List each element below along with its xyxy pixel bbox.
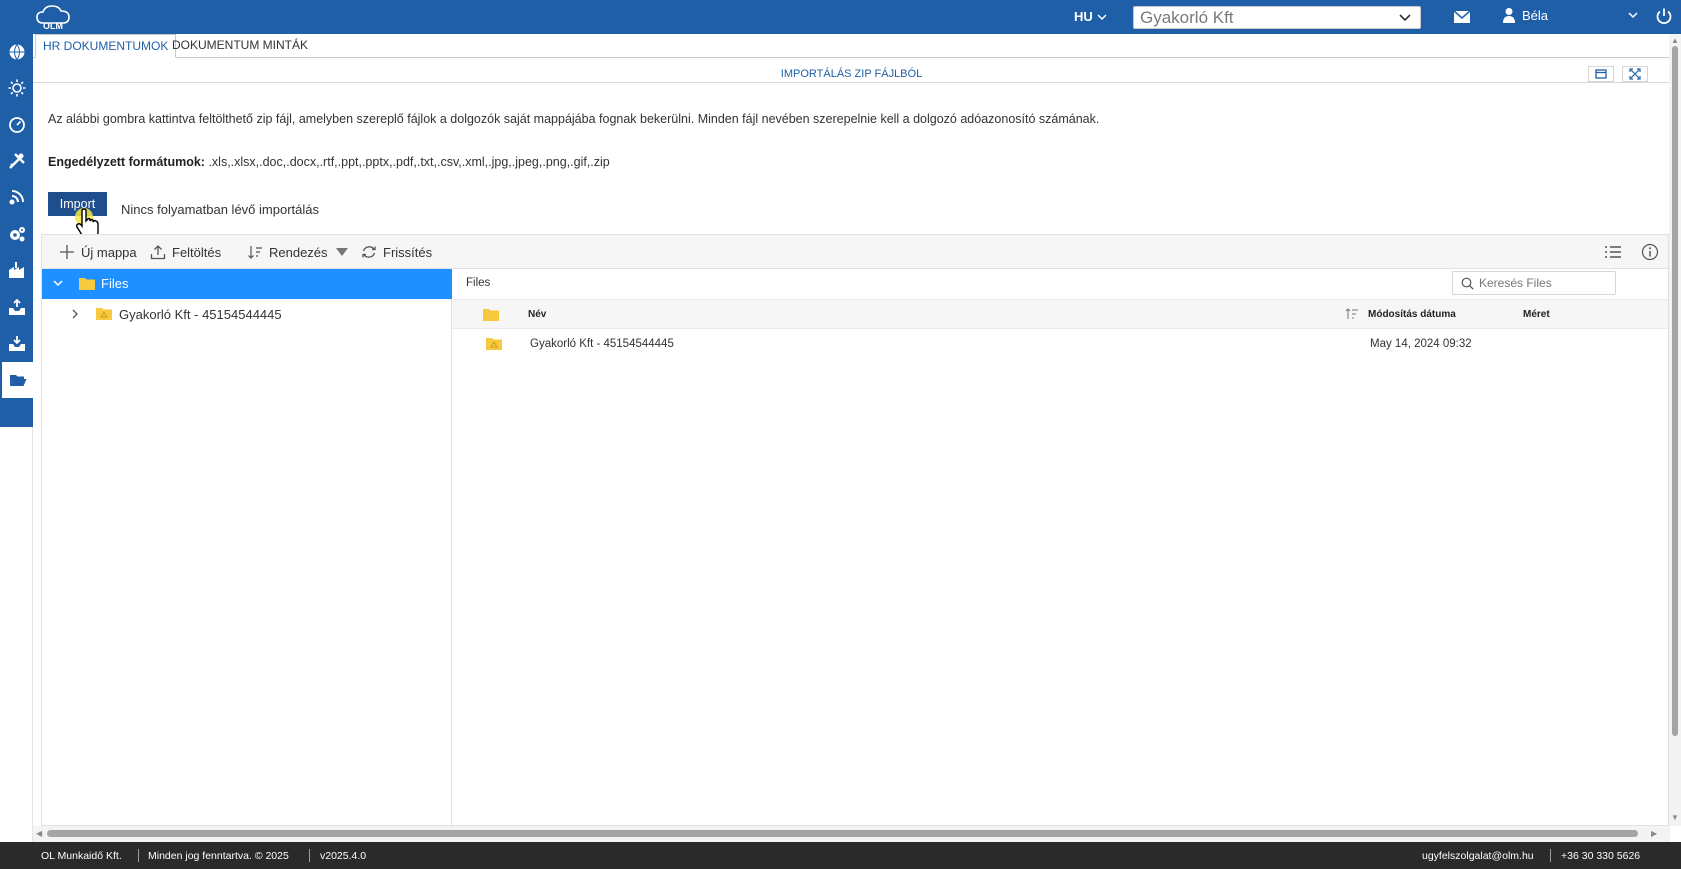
- language-label: HU: [1074, 9, 1093, 24]
- window-icon: [1595, 69, 1607, 79]
- folder-tree: Files Gyakorló Kft - 45154544445: [42, 269, 452, 825]
- column-name[interactable]: Név: [528, 309, 546, 320]
- allowed-formats: Engedélyzett formátumok: .xls,.xlsx,.doc…: [48, 155, 610, 169]
- chevron-down-icon: [1399, 14, 1411, 22]
- mail-icon[interactable]: [1453, 8, 1471, 26]
- inbox-download-icon[interactable]: [6, 332, 27, 353]
- main-sidebar: [0, 34, 33, 427]
- document-tabs: HR DOKUMENTUMOK DOKUMENTUM MINTÁK: [33, 34, 1670, 58]
- sun-icon[interactable]: [6, 77, 27, 98]
- scroll-down-icon[interactable]: ▼: [1671, 814, 1679, 822]
- expand-icon: [1629, 68, 1641, 80]
- chevron-down-icon[interactable]: [52, 277, 64, 289]
- tools-icon[interactable]: [6, 150, 27, 171]
- horizontal-scrollbar[interactable]: ◀ ▶: [33, 826, 1670, 842]
- tree-node-gyakorlo-kft[interactable]: Gyakorló Kft - 45154544445: [42, 299, 452, 329]
- folder-icon: [79, 278, 95, 290]
- allowed-formats-label: Engedélyzett formátumok:: [48, 155, 205, 169]
- company-select[interactable]: Gyakorló Kft: [1133, 6, 1421, 29]
- scroll-right-icon[interactable]: ▶: [1651, 830, 1657, 838]
- scroll-left-icon[interactable]: ◀: [36, 830, 42, 838]
- top-bar: OLM HU Gyakorló Kft Béla: [0, 0, 1681, 34]
- collapse-panel-button[interactable]: [1588, 66, 1614, 82]
- vertical-scroll-thumb[interactable]: [1672, 46, 1678, 736]
- footer: OL Munkaidő Kft. Minden jog fenntartva. …: [0, 842, 1681, 869]
- globe-icon[interactable]: [6, 41, 27, 62]
- file-list: Files Keresés Files Név Módosítás dátuma…: [452, 269, 1668, 825]
- tree-node-label: Gyakorló Kft - 45154544445: [119, 307, 282, 322]
- scroll-up-icon[interactable]: ▲: [1671, 37, 1679, 45]
- search-input[interactable]: Keresés Files: [1452, 271, 1616, 295]
- footer-company: OL Munkaidő Kft.: [41, 850, 122, 862]
- file-manager: Új mappa Feltöltés Rendezés Frissítés Fi…: [41, 234, 1669, 826]
- upload-label: Feltöltés: [172, 244, 222, 260]
- horizontal-scroll-thumb[interactable]: [47, 830, 1638, 837]
- settings-icon[interactable]: [6, 223, 27, 244]
- new-folder-button[interactable]: Új mappa: [59, 244, 137, 260]
- column-size[interactable]: Méret: [1523, 309, 1550, 320]
- refresh-button[interactable]: Frissítés: [361, 244, 432, 260]
- import-panel-title: IMPORTÁLÁS ZIP FÁJLBÓL: [780, 68, 923, 80]
- footer-divider: [309, 849, 310, 862]
- import-status: Nincs folyamatban lévő importálás: [121, 202, 319, 217]
- power-icon[interactable]: [1655, 7, 1673, 25]
- tab-dokumentum-mintak[interactable]: DOKUMENTUM MINTÁK: [165, 34, 315, 58]
- user-menu[interactable]: Béla: [1502, 7, 1548, 23]
- inbox-upload-icon[interactable]: [6, 296, 27, 317]
- refresh-icon: [362, 246, 376, 258]
- folder-open-icon[interactable]: [2, 362, 33, 398]
- refresh-label: Frissítés: [383, 244, 433, 260]
- footer-divider: [1550, 849, 1551, 862]
- sort-button[interactable]: Rendezés: [247, 244, 350, 260]
- import-panel-header: IMPORTÁLÁS ZIP FÁJLBÓL: [33, 65, 1670, 83]
- footer-divider: [138, 849, 139, 862]
- caret-down-icon: [335, 248, 348, 256]
- upload-button[interactable]: Feltöltés: [150, 244, 221, 260]
- folder-icon: [483, 309, 499, 321]
- table-row[interactable]: Gyakorló Kft - 45154544445 May 14, 2024 …: [452, 331, 1668, 361]
- allowed-formats-value: .xls,.xlsx,.doc,.docx,.rtf,.ppt,.pptx,.p…: [204, 155, 610, 169]
- new-folder-label: Új mappa: [81, 244, 137, 260]
- row-modified: May 14, 2024 09:32: [1370, 338, 1472, 350]
- row-name: Gyakorló Kft - 45154544445: [530, 338, 674, 350]
- language-selector[interactable]: HU: [1074, 9, 1107, 24]
- olm-logo[interactable]: OLM: [34, 3, 74, 31]
- search-icon: [1461, 277, 1474, 290]
- network-icon[interactable]: [6, 186, 27, 207]
- folder-icon: [486, 338, 502, 350]
- tree-node-files[interactable]: Files: [42, 269, 452, 299]
- footer-email[interactable]: ugyfelszolgalat@olm.hu: [1422, 850, 1534, 862]
- chevron-down-icon[interactable]: [1627, 9, 1639, 24]
- column-modified[interactable]: Módosítás dátuma: [1368, 309, 1456, 320]
- info-icon[interactable]: [1641, 243, 1659, 261]
- folder-icon: [96, 308, 112, 320]
- chevron-right-icon[interactable]: [70, 308, 80, 320]
- vertical-scrollbar[interactable]: ▲ ▼: [1669, 34, 1681, 826]
- footer-rights: Minden jog fenntartva. © 2025: [148, 850, 289, 862]
- upload-icon: [150, 245, 166, 260]
- chevron-down-icon: [1097, 13, 1107, 20]
- list-view-icon[interactable]: [1604, 243, 1622, 261]
- sort-icon: [248, 246, 262, 259]
- sidebar-empty-area: [0, 427, 33, 842]
- expand-panel-button[interactable]: [1622, 66, 1648, 82]
- breadcrumb[interactable]: Files: [466, 277, 490, 289]
- footer-version: v2025.4.0: [320, 850, 367, 862]
- factory-icon[interactable]: [6, 259, 27, 280]
- gauge-icon[interactable]: [6, 114, 27, 135]
- company-select-value: Gyakorló Kft: [1140, 8, 1234, 27]
- sort-label: Rendezés: [269, 244, 328, 260]
- file-manager-toolbar: Új mappa Feltöltés Rendezés Frissítés: [42, 235, 1668, 269]
- tree-node-label: Files: [101, 276, 129, 291]
- file-list-header: Név Módosítás dátuma Méret: [452, 299, 1668, 329]
- footer-phone[interactable]: +36 30 330 5626: [1561, 850, 1640, 862]
- search-placeholder: Keresés Files: [1479, 276, 1552, 290]
- user-name: Béla: [1522, 7, 1549, 23]
- import-description: Az alábbi gombra kattintva feltölthető z…: [48, 112, 1100, 126]
- tab-hr-dokumentumok[interactable]: HR DOKUMENTUMOK: [35, 34, 177, 58]
- plus-icon: [60, 245, 74, 259]
- svg-text:OLM: OLM: [43, 21, 63, 31]
- sort-icon[interactable]: [1345, 308, 1359, 320]
- user-icon: [1503, 8, 1515, 23]
